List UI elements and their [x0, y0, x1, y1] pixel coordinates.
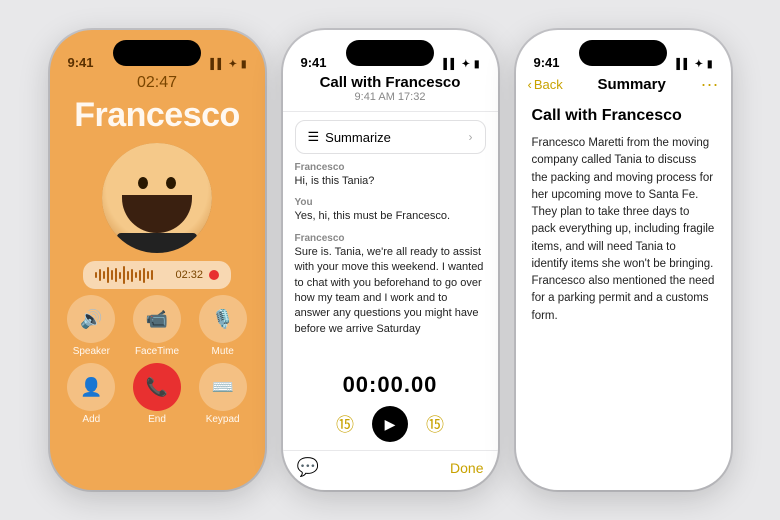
- transcript-footer: 💬 Done: [283, 450, 498, 490]
- memoji-eyes: [138, 177, 176, 189]
- playback-controls: ⑮ ▶ ⑮: [283, 402, 498, 450]
- end-label: End: [148, 414, 166, 425]
- done-button[interactable]: Done: [450, 460, 483, 476]
- caller-avatar: [102, 143, 212, 253]
- skip-back-button[interactable]: ⑮: [336, 411, 354, 437]
- signal-icon-3: ▌▌: [676, 59, 690, 70]
- speaker-1: Francesco: [295, 162, 486, 173]
- call-duration: 02:47: [137, 74, 177, 92]
- add-button[interactable]: 👤 Add: [62, 363, 122, 425]
- nav-title: Summary: [597, 76, 665, 93]
- battery-icon-3: ▮: [707, 59, 713, 70]
- signal-icon-2: ▌▌: [443, 59, 457, 70]
- status-time-3: 9:41: [534, 55, 560, 70]
- status-time-1: 9:41: [68, 55, 94, 70]
- keypad-button[interactable]: ⌨️ Keypad: [193, 363, 253, 425]
- caller-name: Francesco: [74, 96, 240, 135]
- wave-time: 02:32: [175, 269, 203, 281]
- mute-button[interactable]: 🎙️ Mute: [193, 295, 253, 357]
- chevron-right-icon: ›: [469, 130, 473, 144]
- speaker-3: Francesco: [295, 233, 486, 244]
- mute-label: Mute: [212, 346, 234, 357]
- phone-active-call: 9:41 ▌▌ ✦ ▮ 02:47 Francesco: [50, 30, 265, 490]
- timer-display: 00:00.00: [283, 372, 498, 398]
- dynamic-island-3: [579, 40, 667, 66]
- end-icon-circle: 📞: [133, 363, 181, 411]
- end-button[interactable]: 📞 End: [127, 363, 187, 425]
- transcript-header: Call with Francesco 9:41 AM 17:32: [283, 74, 498, 112]
- summarize-icon: ☰: [308, 129, 320, 145]
- battery-icon-2: ▮: [474, 59, 480, 70]
- skip-forward-button[interactable]: ⑮: [426, 411, 444, 437]
- status-time-2: 9:41: [301, 55, 327, 70]
- summary-call-title: Call with Francesco: [532, 107, 715, 125]
- speaker-icon-circle: 🔊: [67, 295, 115, 343]
- facetime-label: FaceTime: [135, 346, 179, 357]
- back-label: Back: [534, 77, 563, 92]
- chevron-left-icon: ‹: [528, 77, 532, 92]
- memoji-beard: [122, 195, 192, 233]
- summarize-left: ☰ Summarize: [308, 129, 391, 145]
- status-icons-2: ▌▌ ✦ ▮: [443, 59, 479, 70]
- play-button[interactable]: ▶: [372, 406, 408, 442]
- memoji-eye-left: [138, 177, 148, 189]
- wave-lines: [95, 266, 169, 284]
- message-text-1: Hi, is this Tania?: [295, 174, 486, 189]
- phone-transcript: 9:41 ▌▌ ✦ ▮ Call with Francesco 9:41 AM …: [283, 30, 498, 490]
- timer-section: 00:00.00: [283, 364, 498, 402]
- back-button[interactable]: ‹ Back: [528, 77, 563, 92]
- message-text-3: Sure is. Tania, we're all ready to assis…: [295, 245, 486, 337]
- summarize-label: Summarize: [325, 130, 391, 145]
- dynamic-island-2: [346, 40, 434, 66]
- memoji: [102, 143, 212, 253]
- add-label: Add: [82, 414, 100, 425]
- speaker-2: You: [295, 197, 486, 208]
- wifi-icon: ✦: [229, 59, 237, 70]
- facetime-icon-circle: 📹: [133, 295, 181, 343]
- memoji-eye-right: [166, 177, 176, 189]
- message-text-2: Yes, hi, this must be Francesco.: [295, 209, 486, 224]
- transcript-title: Call with Francesco: [295, 74, 486, 91]
- wifi-icon-2: ✦: [462, 59, 470, 70]
- more-options-icon[interactable]: ···: [701, 74, 719, 95]
- facetime-button[interactable]: 📹 FaceTime: [127, 295, 187, 357]
- mute-icon-circle: 🎙️: [199, 295, 247, 343]
- status-icons-3: ▌▌ ✦ ▮: [676, 59, 712, 70]
- keypad-icon-circle: ⌨️: [199, 363, 247, 411]
- record-indicator: [209, 270, 219, 280]
- wifi-icon-3: ✦: [695, 59, 703, 70]
- transcript-content: Francesco Hi, is this Tania? You Yes, hi…: [283, 162, 498, 364]
- call-buttons-top: 🔊 Speaker 📹 FaceTime 🎙️ Mute: [62, 295, 253, 357]
- waveform-bar: 02:32: [83, 261, 231, 289]
- active-call-content: 02:47 Francesco: [50, 74, 265, 490]
- battery-icon: ▮: [241, 59, 247, 70]
- status-icons-1: ▌▌ ✦ ▮: [210, 59, 246, 70]
- chat-icon[interactable]: 💬: [297, 457, 319, 478]
- keypad-label: Keypad: [206, 414, 240, 425]
- signal-icon: ▌▌: [210, 59, 224, 70]
- message-2: You Yes, hi, this must be Francesco.: [295, 197, 486, 224]
- summary-nav: ‹ Back Summary ···: [516, 74, 731, 103]
- dynamic-island: [113, 40, 201, 66]
- summarize-button[interactable]: ☰ Summarize ›: [295, 120, 486, 154]
- phone-summary: 9:41 ▌▌ ✦ ▮ ‹ Back Summary ··· Call with…: [516, 30, 731, 490]
- call-buttons-bottom: 👤 Add 📞 End ⌨️ Keypad: [62, 363, 253, 425]
- summary-content: Call with Francesco Francesco Maretti fr…: [516, 103, 731, 490]
- transcript-subtitle: 9:41 AM 17:32: [295, 91, 486, 103]
- speaker-label: Speaker: [73, 346, 110, 357]
- play-icon: ▶: [385, 416, 396, 433]
- speaker-button[interactable]: 🔊 Speaker: [62, 295, 122, 357]
- message-3: Francesco Sure is. Tania, we're all read…: [295, 233, 486, 337]
- summary-body-text: Francesco Maretti from the moving compan…: [532, 135, 715, 325]
- add-icon-circle: 👤: [67, 363, 115, 411]
- memoji-shirt: [117, 233, 197, 253]
- message-1: Francesco Hi, is this Tania?: [295, 162, 486, 189]
